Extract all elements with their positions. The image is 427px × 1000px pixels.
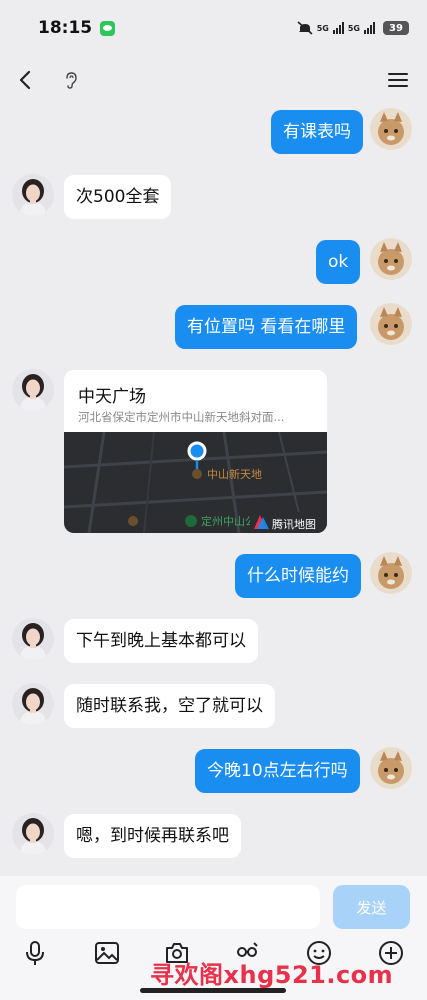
status-bar: 18:15 5G 5G 39 <box>0 0 427 56</box>
contact-avatar[interactable] <box>12 683 54 725</box>
network-label-1: 5G <box>316 23 329 33</box>
contact-avatar[interactable] <box>12 174 54 216</box>
self-avatar[interactable] <box>370 108 412 150</box>
message-input[interactable] <box>16 885 320 929</box>
self-avatar[interactable] <box>370 238 412 280</box>
contact-avatar[interactable] <box>12 618 54 660</box>
self-avatar[interactable] <box>370 552 412 594</box>
message-bubble-outgoing[interactable]: 今晚10点左右行吗 <box>195 749 360 793</box>
network-label-2: 5G <box>347 23 360 33</box>
wechat-notification-icon <box>100 20 116 36</box>
send-button[interactable]: 发送 <box>333 885 410 929</box>
self-avatar[interactable] <box>370 747 412 789</box>
contact-avatar[interactable] <box>12 369 54 411</box>
battery-icon: 39 <box>383 21 409 35</box>
ear-icon[interactable] <box>62 70 80 90</box>
signal-icon <box>332 22 344 34</box>
location-map: 中山新天地 定州中山公园 腾讯地图 <box>64 432 327 533</box>
image-icon[interactable] <box>94 940 120 966</box>
location-name: 中天广场 <box>78 387 146 407</box>
message-bubble-outgoing[interactable]: ok <box>316 240 361 284</box>
menu-icon[interactable] <box>385 67 411 93</box>
message-bubble-outgoing[interactable]: 有课表吗 <box>271 110 363 154</box>
back-arrow-icon[interactable] <box>12 64 42 96</box>
message-bubble-incoming[interactable]: 下午到晚上基本都可以 <box>64 619 258 663</box>
microphone-icon[interactable] <box>22 940 48 966</box>
home-indicator <box>140 988 286 993</box>
self-avatar[interactable] <box>370 303 412 345</box>
status-indicators: 5G 5G 39 <box>297 21 409 35</box>
chat-header <box>0 58 427 102</box>
message-bubble-incoming[interactable]: 随时联系我，空了就可以 <box>64 684 275 728</box>
watermark-text: 寻欢阁xhg521.com <box>150 961 394 989</box>
status-time: 18:15 <box>38 18 93 38</box>
message-bubble-incoming[interactable]: 嗯，到时候再联系吧 <box>64 814 241 858</box>
location-address: 河北省保定市定州市中山新天地斜对面... <box>78 410 285 424</box>
message-bubble-outgoing[interactable]: 有位置吗 看看在哪里 <box>175 305 358 349</box>
location-card[interactable]: 中天广场 河北省保定市定州市中山新天地斜对面... 中山新天地 定州中山公园 腾… <box>64 370 327 533</box>
signal-icon-2 <box>364 22 375 34</box>
map-brand-label: 腾讯地图 <box>272 517 316 531</box>
contact-avatar[interactable] <box>12 813 54 855</box>
message-bubble-outgoing[interactable]: 什么时候能约 <box>235 554 361 598</box>
map-poi-label-1: 中山新天地 <box>207 467 262 481</box>
mute-icon <box>297 21 313 35</box>
message-bubble-incoming[interactable]: 次500全套 <box>64 175 172 219</box>
